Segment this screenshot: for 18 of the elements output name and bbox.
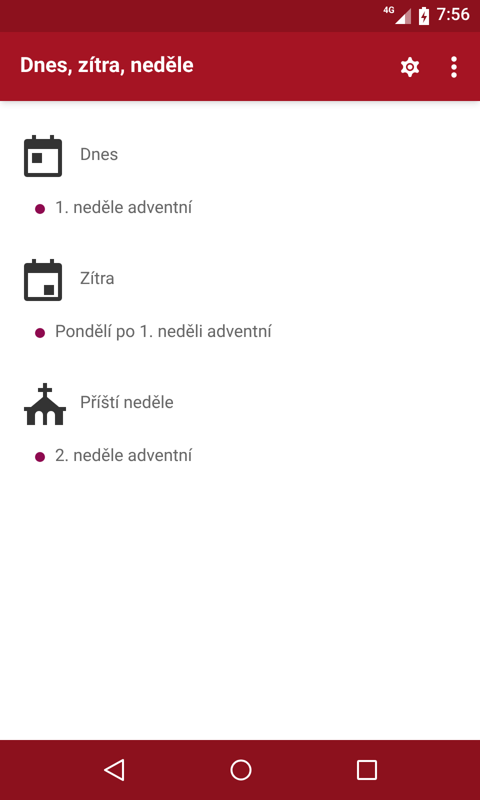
feast-label[interactable]: 2. neděle adventní: [55, 444, 192, 470]
home-icon[interactable]: [230, 759, 252, 781]
more-icon: [451, 56, 457, 78]
recents-icon[interactable]: [357, 760, 378, 780]
clock: 7:56: [436, 4, 470, 28]
calendar-icon: [24, 135, 62, 177]
feast-label[interactable]: 1. neděle adventní: [55, 196, 192, 222]
signal-icon: [394, 8, 411, 24]
back-icon[interactable]: [102, 758, 125, 782]
section-title: Zítra: [80, 268, 115, 292]
feast-label[interactable]: Pondělí po 1. neděli adventní: [55, 320, 272, 346]
church-icon: [24, 383, 66, 425]
battery-icon: [418, 7, 429, 25]
network-label: 4G: [383, 5, 395, 18]
section-title: Příští neděle: [80, 392, 174, 416]
app-title: Dnes, zítra, neděle: [20, 52, 195, 80]
section-title: Dnes: [80, 144, 118, 168]
calendar-icon: [24, 259, 62, 301]
